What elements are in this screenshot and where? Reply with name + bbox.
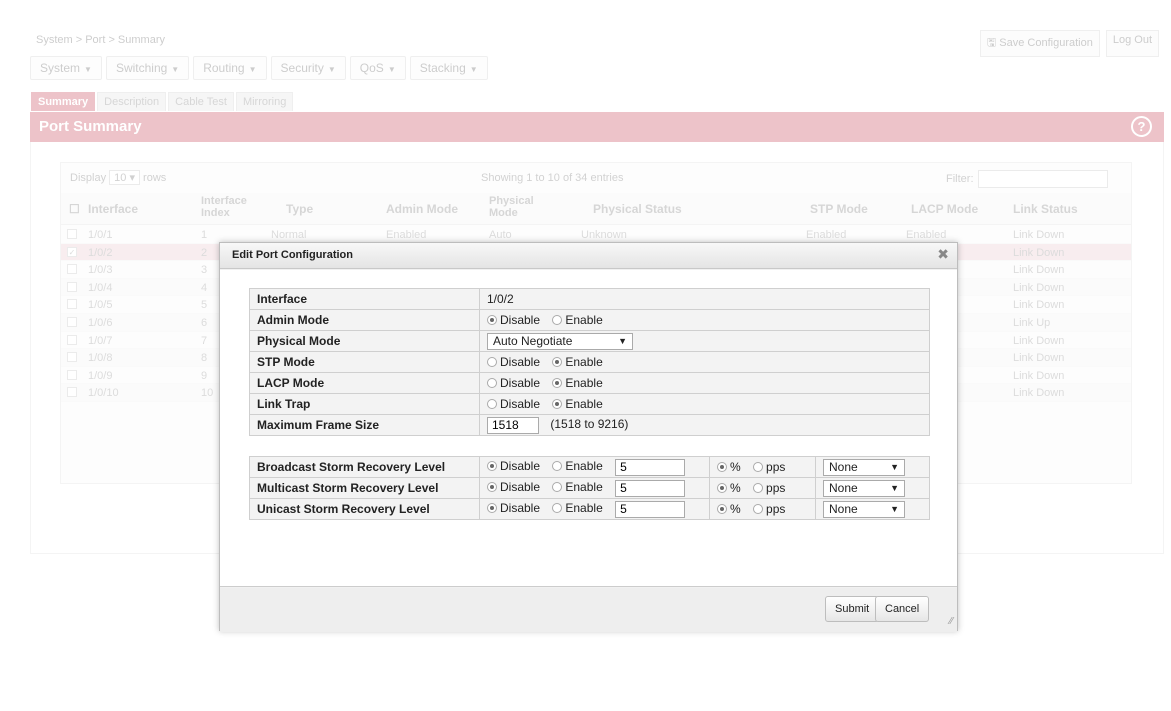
physical-mode-select[interactable]: Auto Negotiate ▼ <box>487 332 633 350</box>
max-frame-size-input[interactable] <box>487 416 539 434</box>
row-admin-mode: Admin Mode Disable Enable <box>249 309 930 331</box>
radio-selected <box>717 462 727 472</box>
radio-unselected <box>753 483 764 493</box>
edit-port-dialog: Edit Port Configuration ✖ Interface 1/0/… <box>219 242 958 632</box>
radio-unselected <box>552 503 563 514</box>
radio-selected <box>487 461 497 472</box>
multicast-action-select[interactable]: None ▼ <box>823 479 905 497</box>
storm-recovery-table: Broadcast Storm Recovery Level Disable E… <box>249 456 930 520</box>
dialog-body: Interface 1/0/2 Admin Mode Disable Enabl… <box>220 270 957 587</box>
row-unicast-storm: Unicast Storm Recovery Level Disable Ena… <box>249 498 930 520</box>
row-physical-mode: Physical Mode Auto Negotiate ▼ <box>249 330 930 352</box>
multicast-enable-radio[interactable]: Enable <box>552 480 603 494</box>
chevron-down-icon: ▼ <box>890 482 899 493</box>
row-stp-mode: STP Mode Disable Enable <box>249 351 930 373</box>
resize-grip-icon[interactable]: ⁄⁄ <box>950 616 953 627</box>
radio-unselected <box>487 378 497 388</box>
radio-selected <box>717 504 727 514</box>
broadcast-level-input[interactable] <box>615 458 686 476</box>
broadcast-disable-radio[interactable]: Disable <box>487 459 540 473</box>
admin-mode-disable-radio[interactable]: Disable <box>487 313 540 327</box>
lacp-mode-enable-radio[interactable]: Enable <box>552 376 603 390</box>
broadcast-enable-radio[interactable]: Enable <box>552 459 603 473</box>
stp-mode-disable-radio[interactable]: Disable <box>487 355 540 369</box>
radio-selected <box>717 483 727 493</box>
port-settings-table: Interface 1/0/2 Admin Mode Disable Enabl… <box>249 288 930 436</box>
dialog-title: Edit Port Configuration <box>232 249 353 261</box>
radio-unselected <box>487 399 497 409</box>
radio-selected <box>552 378 563 388</box>
unicast-level-input[interactable] <box>615 500 686 518</box>
radio-unselected <box>753 462 764 472</box>
unicast-action-select[interactable]: None ▼ <box>823 500 905 518</box>
row-lacp-mode: LACP Mode Disable Enable <box>249 372 930 394</box>
max-frame-size-hint: (1518 to 9216) <box>550 417 629 432</box>
radio-unselected <box>552 482 563 493</box>
stp-mode-enable-radio[interactable]: Enable <box>552 355 603 369</box>
submit-button[interactable]: Submit <box>825 596 880 622</box>
row-multicast-storm: Multicast Storm Recovery Level Disable E… <box>249 477 930 499</box>
dialog-header: Edit Port Configuration ✖ <box>220 243 957 269</box>
unicast-enable-radio[interactable]: Enable <box>552 501 603 515</box>
multicast-disable-radio[interactable]: Disable <box>487 480 540 494</box>
radio-selected <box>552 399 563 409</box>
link-trap-enable-radio[interactable]: Enable <box>552 397 603 411</box>
admin-mode-enable-radio[interactable]: Enable <box>552 313 603 327</box>
interface-value: 1/0/2 <box>479 288 930 310</box>
cancel-button[interactable]: Cancel <box>875 596 930 622</box>
radio-selected <box>487 503 497 514</box>
row-broadcast-storm: Broadcast Storm Recovery Level Disable E… <box>249 456 930 478</box>
multicast-unit-percent-radio[interactable]: % <box>717 481 741 495</box>
chevron-down-icon: ▼ <box>890 461 899 472</box>
radio-unselected <box>552 315 563 325</box>
link-trap-disable-radio[interactable]: Disable <box>487 397 540 411</box>
radio-unselected <box>753 504 764 514</box>
row-max-frame-size: Maximum Frame Size (1518 to 9216) <box>249 414 930 436</box>
radio-unselected <box>487 357 497 367</box>
row-interface: Interface 1/0/2 <box>249 288 930 310</box>
row-link-trap: Link Trap Disable Enable <box>249 393 930 415</box>
radio-selected <box>487 482 497 493</box>
unicast-unit-pps-radio[interactable]: pps <box>753 502 785 516</box>
close-icon[interactable]: ✖ <box>937 246 949 263</box>
lacp-mode-disable-radio[interactable]: Disable <box>487 376 540 390</box>
multicast-level-input[interactable] <box>615 479 686 497</box>
radio-unselected <box>552 461 563 472</box>
broadcast-action-select[interactable]: None ▼ <box>823 458 905 476</box>
chevron-down-icon: ▼ <box>890 503 899 514</box>
radio-selected <box>487 315 497 325</box>
radio-selected <box>552 357 563 367</box>
broadcast-unit-pps-radio[interactable]: pps <box>753 460 785 474</box>
chevron-down-icon: ▼ <box>618 335 627 346</box>
unicast-disable-radio[interactable]: Disable <box>487 501 540 515</box>
multicast-unit-pps-radio[interactable]: pps <box>753 481 785 495</box>
unicast-unit-percent-radio[interactable]: % <box>717 502 741 516</box>
broadcast-unit-percent-radio[interactable]: % <box>717 460 741 474</box>
